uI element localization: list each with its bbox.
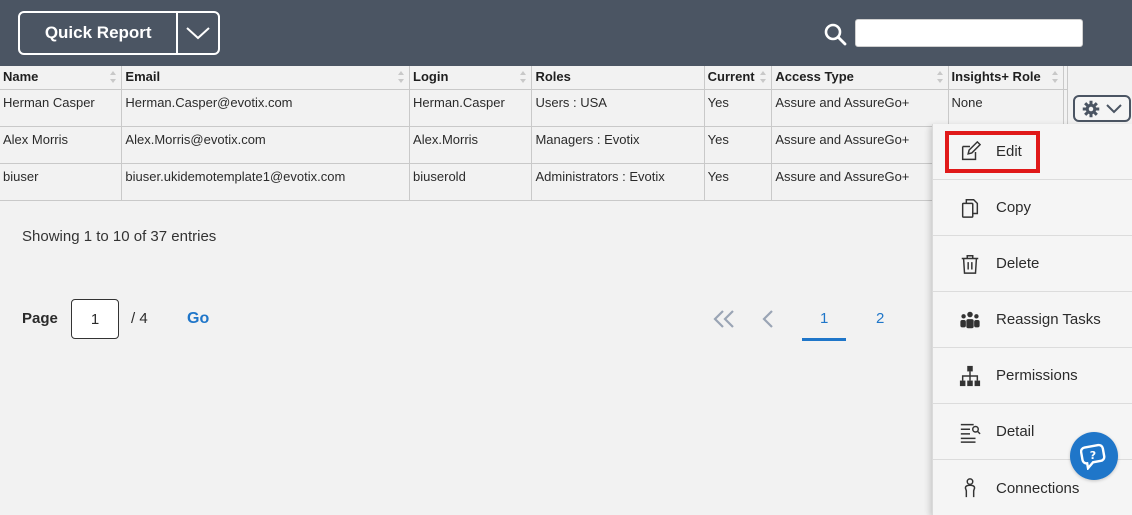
svg-text:?: ? [1090, 449, 1096, 462]
cell-email: Alex.Morris@evotix.com [122, 127, 411, 163]
cell-email: biuser.ukidemotemplate1@evotix.com [122, 164, 411, 200]
sort-icon [936, 71, 943, 83]
cell-email: Herman.Casper@evotix.com [122, 90, 411, 126]
users-icon [960, 311, 980, 328]
cell-access-type: Assure and AssureGo+ [772, 90, 949, 126]
page-label: Page [22, 310, 58, 327]
copy-icon [961, 198, 979, 218]
cell-name: Herman Casper [0, 90, 123, 126]
sort-icon [760, 71, 767, 83]
cell-current: Yes [705, 164, 773, 200]
sort-icon [520, 71, 527, 83]
cell-actions [1064, 90, 1068, 126]
sort-icon [110, 71, 117, 83]
search-icon[interactable] [823, 22, 847, 46]
help-chat-button[interactable]: ? [1070, 432, 1118, 480]
quick-report-button[interactable]: Quick Report [20, 13, 176, 53]
column-header-label: Name [3, 69, 39, 84]
active-page-indicator [802, 338, 846, 341]
cell-roles: Users : USA [532, 90, 705, 126]
person-icon [964, 478, 976, 498]
table-header: Name Email Login Roles Current Access Ty… [0, 66, 1068, 90]
column-header-current[interactable]: Current [705, 66, 773, 89]
column-header-label: Current [707, 69, 755, 84]
column-header-label: Roles [535, 69, 571, 84]
help-chat-icon: ? [1080, 443, 1106, 470]
cell-insights-role: None [949, 90, 1064, 126]
menu-item-label: Copy [996, 199, 1032, 216]
cell-login: Alex.Morris [410, 127, 533, 163]
previous-page-icon[interactable] [760, 309, 776, 329]
row-actions-button[interactable] [1073, 95, 1131, 122]
users-table: Name Email Login Roles Current Access Ty… [0, 66, 1068, 201]
menu-item-label: Permissions [996, 367, 1078, 384]
column-header-label: Access Type [775, 69, 854, 84]
menu-item-reassign-tasks[interactable]: Reassign Tasks [933, 292, 1132, 348]
edit-highlight-box [945, 131, 1040, 173]
menu-item-delete[interactable]: Delete [933, 236, 1132, 292]
menu-item-label: Reassign Tasks [996, 311, 1101, 328]
cell-current: Yes [705, 127, 773, 163]
cell-current: Yes [705, 90, 773, 126]
table-row[interactable]: biuser biuser.ukidemotemplate1@evotix.co… [0, 164, 1068, 201]
cell-login: biuserold [410, 164, 533, 200]
column-header-email[interactable]: Email [122, 66, 411, 89]
table-row[interactable]: Alex Morris Alex.Morris@evotix.com Alex.… [0, 127, 1068, 164]
menu-item-label: Detail [996, 423, 1035, 440]
cell-name: biuser [0, 164, 123, 200]
go-button[interactable]: Go [187, 310, 209, 328]
menu-item-label: Delete [996, 255, 1040, 272]
search-input[interactable] [855, 19, 1083, 47]
column-header-roles[interactable]: Roles [532, 66, 705, 89]
column-header-name[interactable]: Name [0, 66, 123, 89]
cell-roles: Managers : Evotix [532, 127, 705, 163]
column-header-insights-role[interactable]: Insights+ Role [949, 66, 1064, 89]
chevron-down-icon [1105, 103, 1122, 113]
table-row[interactable]: Herman Casper Herman.Casper@evotix.com H… [0, 90, 1068, 127]
first-page-icon[interactable] [712, 309, 736, 329]
menu-item-permissions[interactable]: Permissions [933, 348, 1132, 404]
quick-report-dropdown-toggle[interactable] [176, 13, 218, 53]
detail-list-icon [960, 423, 981, 443]
cell-access-type: Assure and AssureGo+ [772, 127, 949, 163]
page-button-1[interactable]: 1 [820, 310, 828, 327]
sort-icon [1051, 71, 1058, 83]
trash-icon [961, 254, 979, 274]
page-button-2[interactable]: 2 [876, 310, 884, 327]
cell-name: Alex Morris [0, 127, 123, 163]
menu-item-copy[interactable]: Copy [933, 180, 1132, 236]
page-total: / 4 [131, 310, 148, 327]
column-header-login[interactable]: Login [410, 66, 533, 89]
cell-access-type: Assure and AssureGo+ [772, 164, 949, 200]
sort-icon [398, 71, 405, 83]
column-header-label: Insights+ Role [951, 69, 1041, 84]
column-header-access-type[interactable]: Access Type [772, 66, 949, 89]
chevron-down-icon [186, 27, 210, 40]
top-toolbar: Quick Report [0, 0, 1132, 66]
cell-login: Herman.Casper [410, 90, 533, 126]
column-header-label: Login [413, 69, 449, 84]
page-number-input[interactable]: 1 [71, 299, 119, 339]
hierarchy-icon [959, 365, 981, 386]
gear-icon [1082, 100, 1099, 117]
menu-item-label: Connections [996, 479, 1080, 497]
quick-report-group: Quick Report [18, 11, 220, 55]
entries-info: Showing 1 to 10 of 37 entries [22, 228, 217, 245]
column-header-label: Email [125, 69, 161, 84]
column-header-actions [1064, 66, 1068, 89]
cell-roles: Administrators : Evotix [532, 164, 705, 200]
